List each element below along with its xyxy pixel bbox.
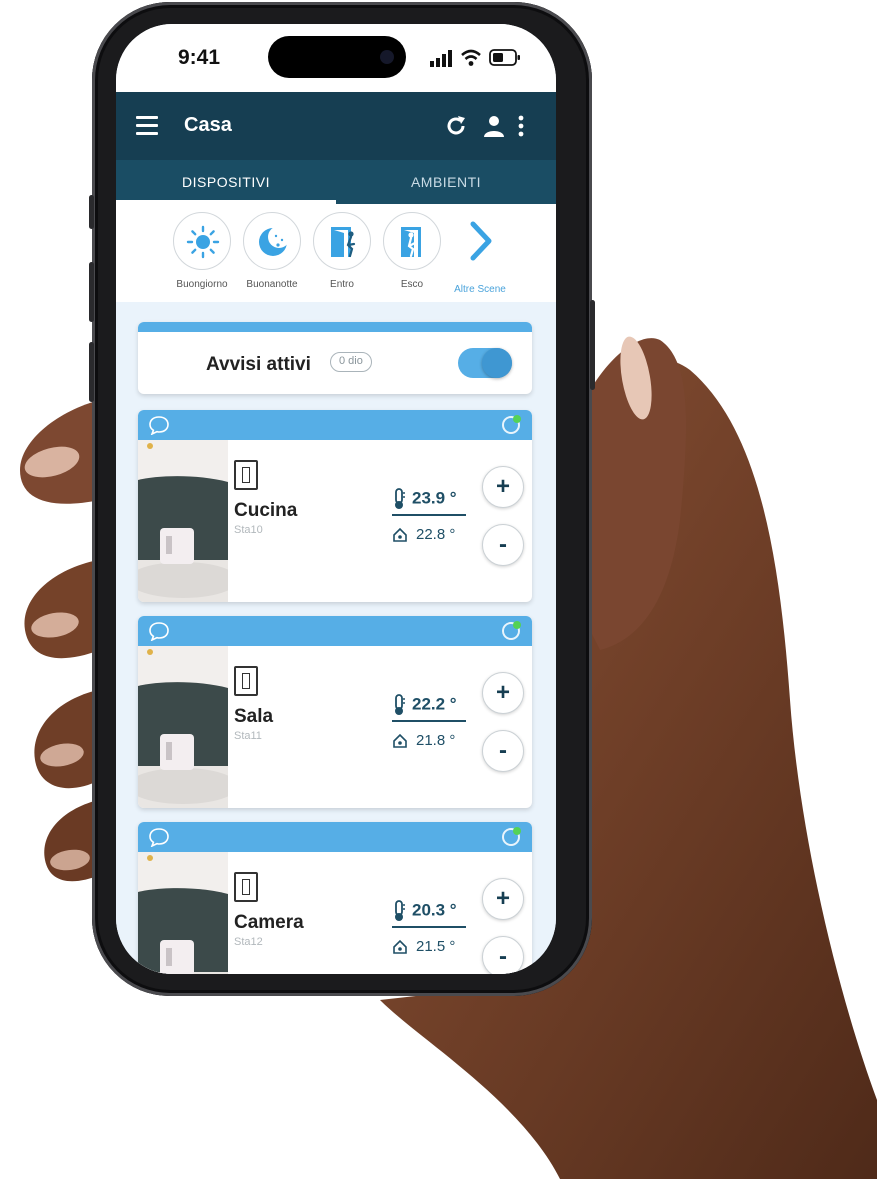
online-status-icon [502,415,521,434]
app-bar: Casa [116,92,556,160]
door-enter-icon [331,227,356,258]
temperature-divider [392,720,466,722]
device-card-cucina[interactable]: Cucina Sta10 23.9 ° 22.8 ° + - [138,410,532,602]
dynamic-island [268,36,406,78]
increase-temperature-button[interactable]: + [482,466,524,508]
scene-label: Entro [330,279,354,290]
phone-volume-up [89,262,94,322]
online-status-icon [502,827,521,846]
device-list: Avvisi attivi 0 dio Cucina Sta10 23.9 ° … [116,302,556,974]
room-temperature-value: 21.5 ° [416,938,456,955]
door-exit-icon [401,227,421,258]
decrease-temperature-button[interactable]: - [482,524,524,566]
thermometer-icon [395,488,405,509]
phone-side-button [89,195,94,229]
chat-bubble-icon[interactable] [148,415,170,435]
device-photo [138,852,228,974]
house-icon [393,527,407,542]
refresh-icon[interactable] [444,114,468,138]
online-status-icon [502,621,521,640]
card-header [138,410,532,440]
wifi-icon [461,49,481,66]
room-name: Camera [234,912,304,933]
chat-bubble-icon[interactable] [148,827,170,847]
scene-entro[interactable]: Entro [308,212,376,290]
scene-esco[interactable]: Esco [378,212,446,290]
room-temperature: 22.8 ° [392,526,455,543]
temperature-divider [392,514,466,516]
phone-power-button [590,300,595,390]
scene-label: Buongiorno [176,279,228,290]
chat-bubble-icon[interactable] [148,621,170,641]
scene-label: Altre Scene [454,284,506,295]
thermostat-device-icon [234,872,258,902]
alerts-card: Avvisi attivi 0 dio [138,322,532,394]
house-icon [393,939,407,954]
set-temperature: 23.9 ° [392,488,457,510]
more-vertical-icon[interactable] [516,114,526,138]
device-card-sala[interactable]: Sala Sta11 22.2 ° 21.8 ° + - [138,616,532,808]
set-temperature-value: 23.9 ° [412,488,457,508]
room-code: Sta11 [234,730,262,742]
alerts-toggle[interactable] [458,348,512,378]
phone-volume-down [89,342,94,402]
room-temperature-value: 22.8 ° [416,526,456,543]
tab-bar: DISPOSITIVI AMBIENTI [116,160,556,204]
increase-temperature-button[interactable]: + [482,878,524,920]
thermostat-device-icon [234,460,258,490]
signal-icon [430,50,452,67]
chevron-right-icon [470,221,492,261]
room-temperature: 21.8 ° [392,732,455,749]
card-header [138,616,532,646]
thermometer-icon [395,900,405,921]
scene-buongiorno[interactable]: Buongiorno [168,212,236,290]
room-name: Cucina [234,500,298,521]
thermometer-icon [395,694,405,715]
set-temperature: 20.3 ° [392,900,457,922]
alerts-count-badge: 0 dio [330,352,372,372]
device-photo [138,440,228,602]
room-temperature-value: 21.8 ° [416,732,456,749]
set-temperature-value: 22.2 ° [412,694,457,714]
increase-temperature-button[interactable]: + [482,672,524,714]
scenes-bar: Buongiorno Buonanotte Entro Esco Altre S… [116,204,556,302]
scene-altre-scene[interactable]: Altre Scene [444,212,516,295]
app-title: Casa [184,114,232,136]
device-photo [138,646,228,808]
scene-label: Buonanotte [246,279,298,290]
status-time: 9:41 [178,46,221,69]
tab-ambienti[interactable]: AMBIENTI [336,160,556,204]
house-icon [393,733,407,748]
room-temperature: 21.5 ° [392,938,455,955]
card-header [138,822,532,852]
battery-icon [489,49,520,66]
set-temperature: 22.2 ° [392,694,457,716]
temperature-divider [392,926,466,928]
menu-icon[interactable] [136,116,158,136]
alerts-label: Avvisi attivi [206,354,311,375]
tab-dispositivi[interactable]: DISPOSITIVI [116,160,336,204]
room-code: Sta12 [234,936,263,948]
sun-icon [186,225,220,259]
status-bar: 9:41 [116,24,556,92]
moon-icon [259,226,290,256]
scene-buonanotte[interactable]: Buonanotte [238,212,306,290]
decrease-temperature-button[interactable]: - [482,936,524,974]
device-card-camera[interactable]: Camera Sta12 20.3 ° 21.5 ° + - [138,822,532,974]
phone-screen: 9:41 Casa DISPOSITIVI AMBIENTI Buongiorn… [116,24,556,974]
scene-label: Esco [400,279,424,290]
room-code: Sta10 [234,524,263,536]
status-icons [430,49,520,67]
thermostat-device-icon [234,666,258,696]
user-icon[interactable] [482,114,506,138]
set-temperature-value: 20.3 ° [412,900,457,920]
room-name: Sala [234,706,274,727]
decrease-temperature-button[interactable]: - [482,730,524,772]
